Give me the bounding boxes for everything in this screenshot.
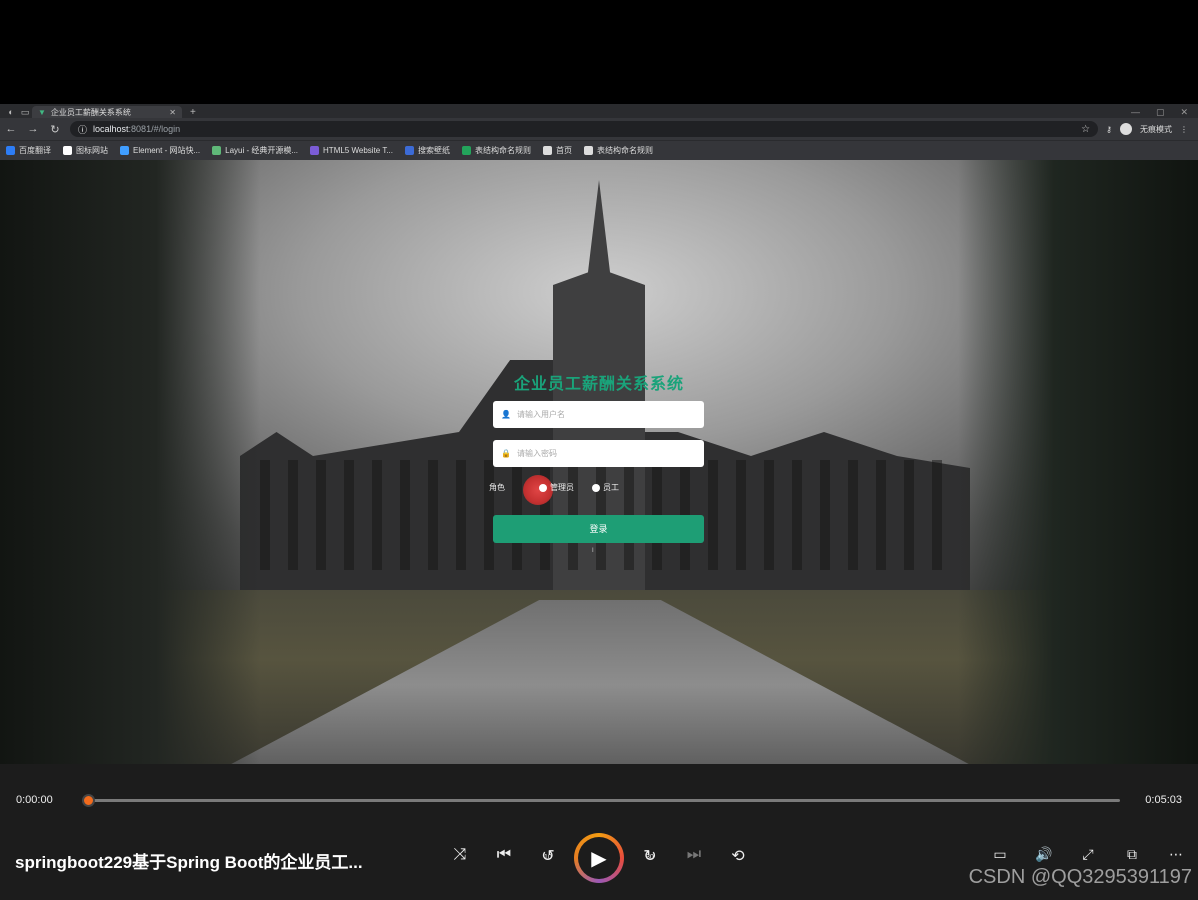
- login-button[interactable]: 登录: [493, 515, 704, 543]
- bookmark-item[interactable]: 表结构命名规则: [583, 145, 653, 156]
- bookmark-item[interactable]: 百度翻译: [6, 145, 51, 156]
- text-cursor-icon: I: [592, 548, 594, 554]
- browser-window-chrome: ◐ ▭ ▼ 企业员工薪酬关系系统 ✕ + — ▢ ✕ ← → ↻ ⓘ local…: [0, 104, 1198, 160]
- lock-icon: 🔒: [501, 449, 511, 458]
- bookmark-favicon-icon: [63, 146, 72, 155]
- media-player: 0:00:00 0:05:03 springboot229基于Spring Bo…: [0, 764, 1198, 900]
- bookmark-item[interactable]: 搜索壁纸: [404, 145, 450, 156]
- username-field[interactable]: 👤: [493, 401, 704, 428]
- fullscreen-icon[interactable]: ⤢: [1076, 846, 1100, 863]
- role-label: 角色: [489, 483, 505, 492]
- repeat-off-icon[interactable]: ⟲: [726, 846, 750, 866]
- bookmark-label: 百度翻译: [19, 146, 51, 155]
- bookmark-label: Layui - 经典开源模...: [225, 146, 299, 155]
- bookmark-label: 表结构命名规则: [596, 146, 653, 155]
- password-field[interactable]: 🔒: [493, 440, 704, 467]
- shuffle-icon[interactable]: ⤨: [448, 846, 472, 864]
- new-tab-icon[interactable]: +: [190, 107, 196, 118]
- url-host: localhost: [93, 124, 129, 134]
- role-selector: 角色 管理员 员工: [489, 482, 619, 493]
- play-icon: ▶: [578, 837, 620, 879]
- bookmark-label: HTML5 Website T...: [323, 146, 393, 155]
- vue-favicon-icon: ▼: [38, 107, 46, 117]
- next-icon[interactable]: ⏭: [682, 846, 706, 864]
- back-icon[interactable]: ←: [4, 123, 18, 135]
- login-title: 企业员工薪酬关系系统: [513, 376, 684, 393]
- bookmark-label: 首页: [555, 146, 572, 155]
- bookmark-favicon-icon: [6, 146, 15, 155]
- reload-icon[interactable]: ↻: [48, 123, 62, 136]
- play-button[interactable]: ▶: [574, 833, 624, 883]
- bookmark-item[interactable]: Element - 网站快...: [120, 145, 200, 156]
- user-icon: 👤: [501, 410, 511, 419]
- incognito-avatar[interactable]: [1120, 123, 1132, 135]
- bookmark-label: 图标网站: [76, 146, 108, 155]
- bookmark-favicon-icon: [404, 146, 414, 155]
- key-icon[interactable]: ⚷: [1106, 125, 1112, 134]
- bookmark-favicon-icon: [583, 146, 593, 155]
- window-controls: — ▢ ✕: [1131, 107, 1198, 118]
- bookmark-item[interactable]: Layui - 经典开源模...: [212, 145, 298, 156]
- url-input[interactable]: ⓘ localhost :8081/#/login ☆: [70, 121, 1099, 137]
- login-page: 企业员工薪酬关系系统 👤 🔒 角色 管理员 员工 登录 I: [0, 160, 1198, 764]
- bookmark-item[interactable]: 首页: [542, 145, 572, 156]
- bookmark-star-icon[interactable]: ☆: [1081, 124, 1090, 135]
- login-form: 企业员工薪酬关系系统 👤 🔒 角色 管理员 员工 登录 I: [0, 160, 1198, 764]
- seek-thumb[interactable]: [82, 794, 95, 807]
- close-window-icon[interactable]: ✕: [1180, 107, 1188, 118]
- role-option-employee-label: 员工: [603, 483, 619, 492]
- bookmarks-bar: 百度翻译 图标网站 Element - 网站快... Layui - 经典开源模...…: [0, 140, 1198, 160]
- username-input[interactable]: [516, 410, 696, 419]
- toolbar-right: ⚷ 无痕模式 ⋮: [1106, 123, 1194, 135]
- bookmark-favicon-icon: [461, 146, 471, 155]
- skip-back-seconds: 10: [544, 854, 552, 861]
- csdn-watermark: CSDN @QQ3295391197: [968, 866, 1192, 888]
- total-time: 0:05:03: [1145, 794, 1182, 806]
- role-option-employee[interactable]: 员工: [592, 482, 619, 493]
- password-input[interactable]: [516, 449, 696, 458]
- bookmark-favicon-icon: [310, 146, 320, 155]
- bookmark-item[interactable]: HTML5 Website T...: [310, 146, 393, 155]
- current-time: 0:00:00: [16, 794, 53, 806]
- more-options-icon[interactable]: ⋯: [1164, 846, 1188, 863]
- role-option-admin-label: 管理员: [550, 483, 574, 492]
- previous-icon[interactable]: ⏮: [492, 846, 516, 864]
- tab-title: 企业员工薪酬关系系统: [50, 107, 131, 117]
- bookmark-item[interactable]: 表结构命名规则: [461, 145, 531, 156]
- miniplayer-icon[interactable]: ⧉: [1120, 846, 1144, 863]
- minimize-icon[interactable]: —: [1131, 107, 1140, 118]
- seek-bar[interactable]: [82, 794, 1120, 807]
- bookmark-label: 搜索壁纸: [417, 146, 450, 155]
- bookmark-item[interactable]: 图标网站: [63, 145, 108, 156]
- info-icon[interactable]: ⓘ: [78, 123, 87, 136]
- address-bar: ← → ↻ ⓘ localhost :8081/#/login ☆ ⚷ 无痕模式…: [0, 118, 1198, 140]
- menu-dots-icon[interactable]: ⋮: [1180, 125, 1188, 134]
- radio-employee[interactable]: [592, 483, 600, 492]
- radio-admin[interactable]: [539, 483, 547, 492]
- forward-icon[interactable]: →: [26, 123, 40, 135]
- bookmark-label: 表结构命名规则: [474, 146, 531, 155]
- bookmark-favicon-icon: [542, 146, 552, 155]
- url-path: :8081/#/login: [128, 124, 181, 134]
- video-title: springboot229基于Spring Boot的企业员工...: [15, 853, 363, 872]
- skip-forward-seconds: 30: [646, 854, 654, 861]
- bookmark-label: Element - 网站快...: [133, 146, 201, 155]
- skip-forward-icon[interactable]: ↻ 30: [638, 846, 662, 866]
- volume-icon[interactable]: 🔊: [1032, 846, 1056, 863]
- tab-active[interactable]: ▼ 企业员工薪酬关系系统 ✕: [32, 106, 182, 118]
- tab-overview-icon[interactable]: ▭: [18, 106, 32, 118]
- subtitles-icon[interactable]: ▭: [988, 846, 1012, 863]
- browser-menu-icon[interactable]: ◐: [4, 106, 18, 118]
- bookmark-favicon-icon: [212, 146, 222, 155]
- bookmark-favicon-icon: [120, 146, 129, 155]
- close-tab-icon[interactable]: ✕: [169, 108, 176, 117]
- profile-label[interactable]: 无痕模式: [1140, 124, 1172, 135]
- role-option-admin[interactable]: 管理员: [539, 482, 574, 493]
- tab-strip: ◐ ▭ ▼ 企业员工薪酬关系系统 ✕ + — ▢ ✕: [0, 104, 1198, 118]
- maximize-icon[interactable]: ▢: [1156, 107, 1165, 118]
- skip-back-icon[interactable]: ↺ 10: [536, 846, 560, 866]
